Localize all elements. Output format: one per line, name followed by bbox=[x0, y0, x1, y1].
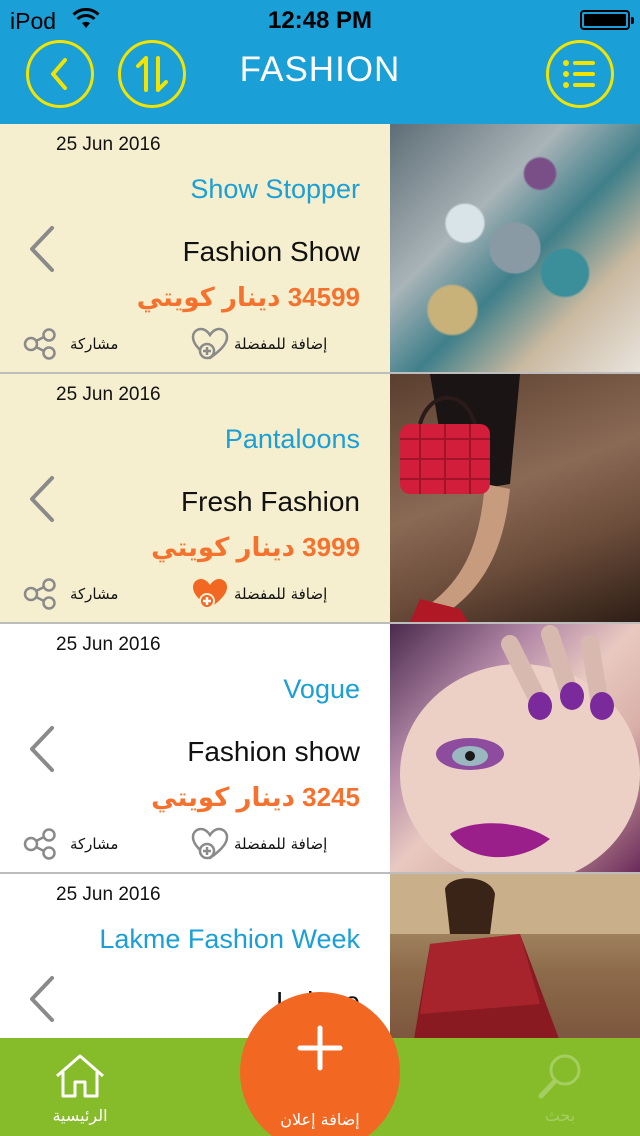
listing-date: 25 Jun 2016 bbox=[56, 134, 161, 155]
listing-row[interactable]: 25 Jun 2016 Pantaloons Fresh Fashion 399… bbox=[0, 374, 640, 624]
add-favorite-label: إضافة للمفضلة bbox=[234, 835, 328, 853]
listing-store: Show Stopper bbox=[190, 174, 360, 204]
listing-price: 34599 دينار كويتي bbox=[136, 282, 360, 312]
listing-photo-fabric[interactable] bbox=[390, 124, 640, 372]
listing-row[interactable]: 25 Jun 2016 Show Stopper Fashion Show 34… bbox=[0, 124, 640, 374]
listing-date: 25 Jun 2016 bbox=[56, 884, 161, 905]
listing-photo-handbag[interactable] bbox=[390, 374, 640, 622]
plus-icon bbox=[297, 1025, 343, 1071]
listing-row[interactable]: 25 Jun 2016 Vogue Fashion show 3245 دينا… bbox=[0, 624, 640, 874]
page-title: FASHION bbox=[239, 50, 401, 89]
listing-store: Pantaloons bbox=[224, 424, 360, 454]
listing-photo-makeup[interactable] bbox=[390, 624, 640, 872]
listing-date: 25 Jun 2016 bbox=[56, 634, 161, 655]
chevron-left-icon[interactable] bbox=[24, 474, 58, 524]
share-button[interactable]: مشاركة bbox=[22, 328, 118, 360]
share-icon bbox=[23, 328, 56, 360]
share-button[interactable]: مشاركة bbox=[22, 828, 118, 860]
listing-title: Fashion Show bbox=[182, 236, 360, 267]
add-listing-label: إضافة إعلان bbox=[280, 1110, 360, 1129]
menu-button[interactable] bbox=[546, 40, 614, 108]
add-favorite-button[interactable]: إضافة للمفضلة bbox=[190, 826, 327, 862]
listing-title: Fashion show bbox=[187, 736, 360, 767]
heart-plus-filled-icon bbox=[193, 579, 227, 609]
app-header: iPod 12:48 PM FASHION bbox=[0, 0, 640, 124]
share-label: مشاركة bbox=[70, 585, 119, 603]
listing-store: Vogue bbox=[283, 674, 360, 704]
listing-title: Fresh Fashion bbox=[181, 486, 360, 517]
listing-photo-bridal[interactable] bbox=[390, 874, 640, 1038]
listing-price: 3999 دينار كويتي bbox=[151, 532, 360, 562]
tab-search[interactable]: بحث bbox=[510, 1038, 610, 1136]
heart-plus-icon bbox=[191, 327, 229, 360]
clock: 12:48 PM bbox=[267, 7, 373, 34]
tab-search-label: بحث bbox=[544, 1106, 576, 1125]
add-favorite-button[interactable]: إضافة للمفضلة bbox=[190, 326, 327, 362]
listing-price: 3245 دينار كويتي bbox=[151, 782, 360, 812]
add-favorite-button[interactable]: إضافة للمفضلة bbox=[190, 576, 327, 612]
battery-icon bbox=[580, 10, 634, 30]
listing-store: Lakme Fashion Week bbox=[99, 924, 360, 954]
status-bar: iPod 12:48 PM bbox=[0, 0, 640, 40]
chevron-left-icon[interactable] bbox=[24, 974, 58, 1024]
tab-home[interactable]: الرئيسية bbox=[30, 1038, 130, 1136]
tab-home-label: الرئيسية bbox=[52, 1106, 108, 1125]
share-button[interactable]: مشاركة bbox=[22, 578, 118, 610]
search-icon bbox=[538, 1054, 581, 1099]
heart-plus-icon bbox=[191, 827, 229, 860]
makeup-face-illustration bbox=[400, 625, 640, 872]
share-label: مشاركة bbox=[70, 835, 119, 853]
share-label: مشاركة bbox=[70, 335, 119, 353]
list-menu-icon bbox=[563, 60, 595, 88]
listing-list[interactable]: 25 Jun 2016 Show Stopper Fashion Show 34… bbox=[0, 124, 640, 1038]
listing-date: 25 Jun 2016 bbox=[56, 384, 161, 405]
chevron-left-icon[interactable] bbox=[24, 224, 58, 274]
handbag-illustration bbox=[400, 374, 520, 622]
home-icon bbox=[56, 1054, 104, 1098]
chevron-left-icon[interactable] bbox=[24, 724, 58, 774]
add-favorite-label: إضافة للمفضلة bbox=[234, 585, 328, 603]
bridal-illustration bbox=[390, 874, 640, 1038]
share-icon bbox=[23, 828, 56, 860]
share-icon bbox=[23, 578, 56, 610]
add-favorite-label: إضافة للمفضلة bbox=[234, 335, 328, 353]
